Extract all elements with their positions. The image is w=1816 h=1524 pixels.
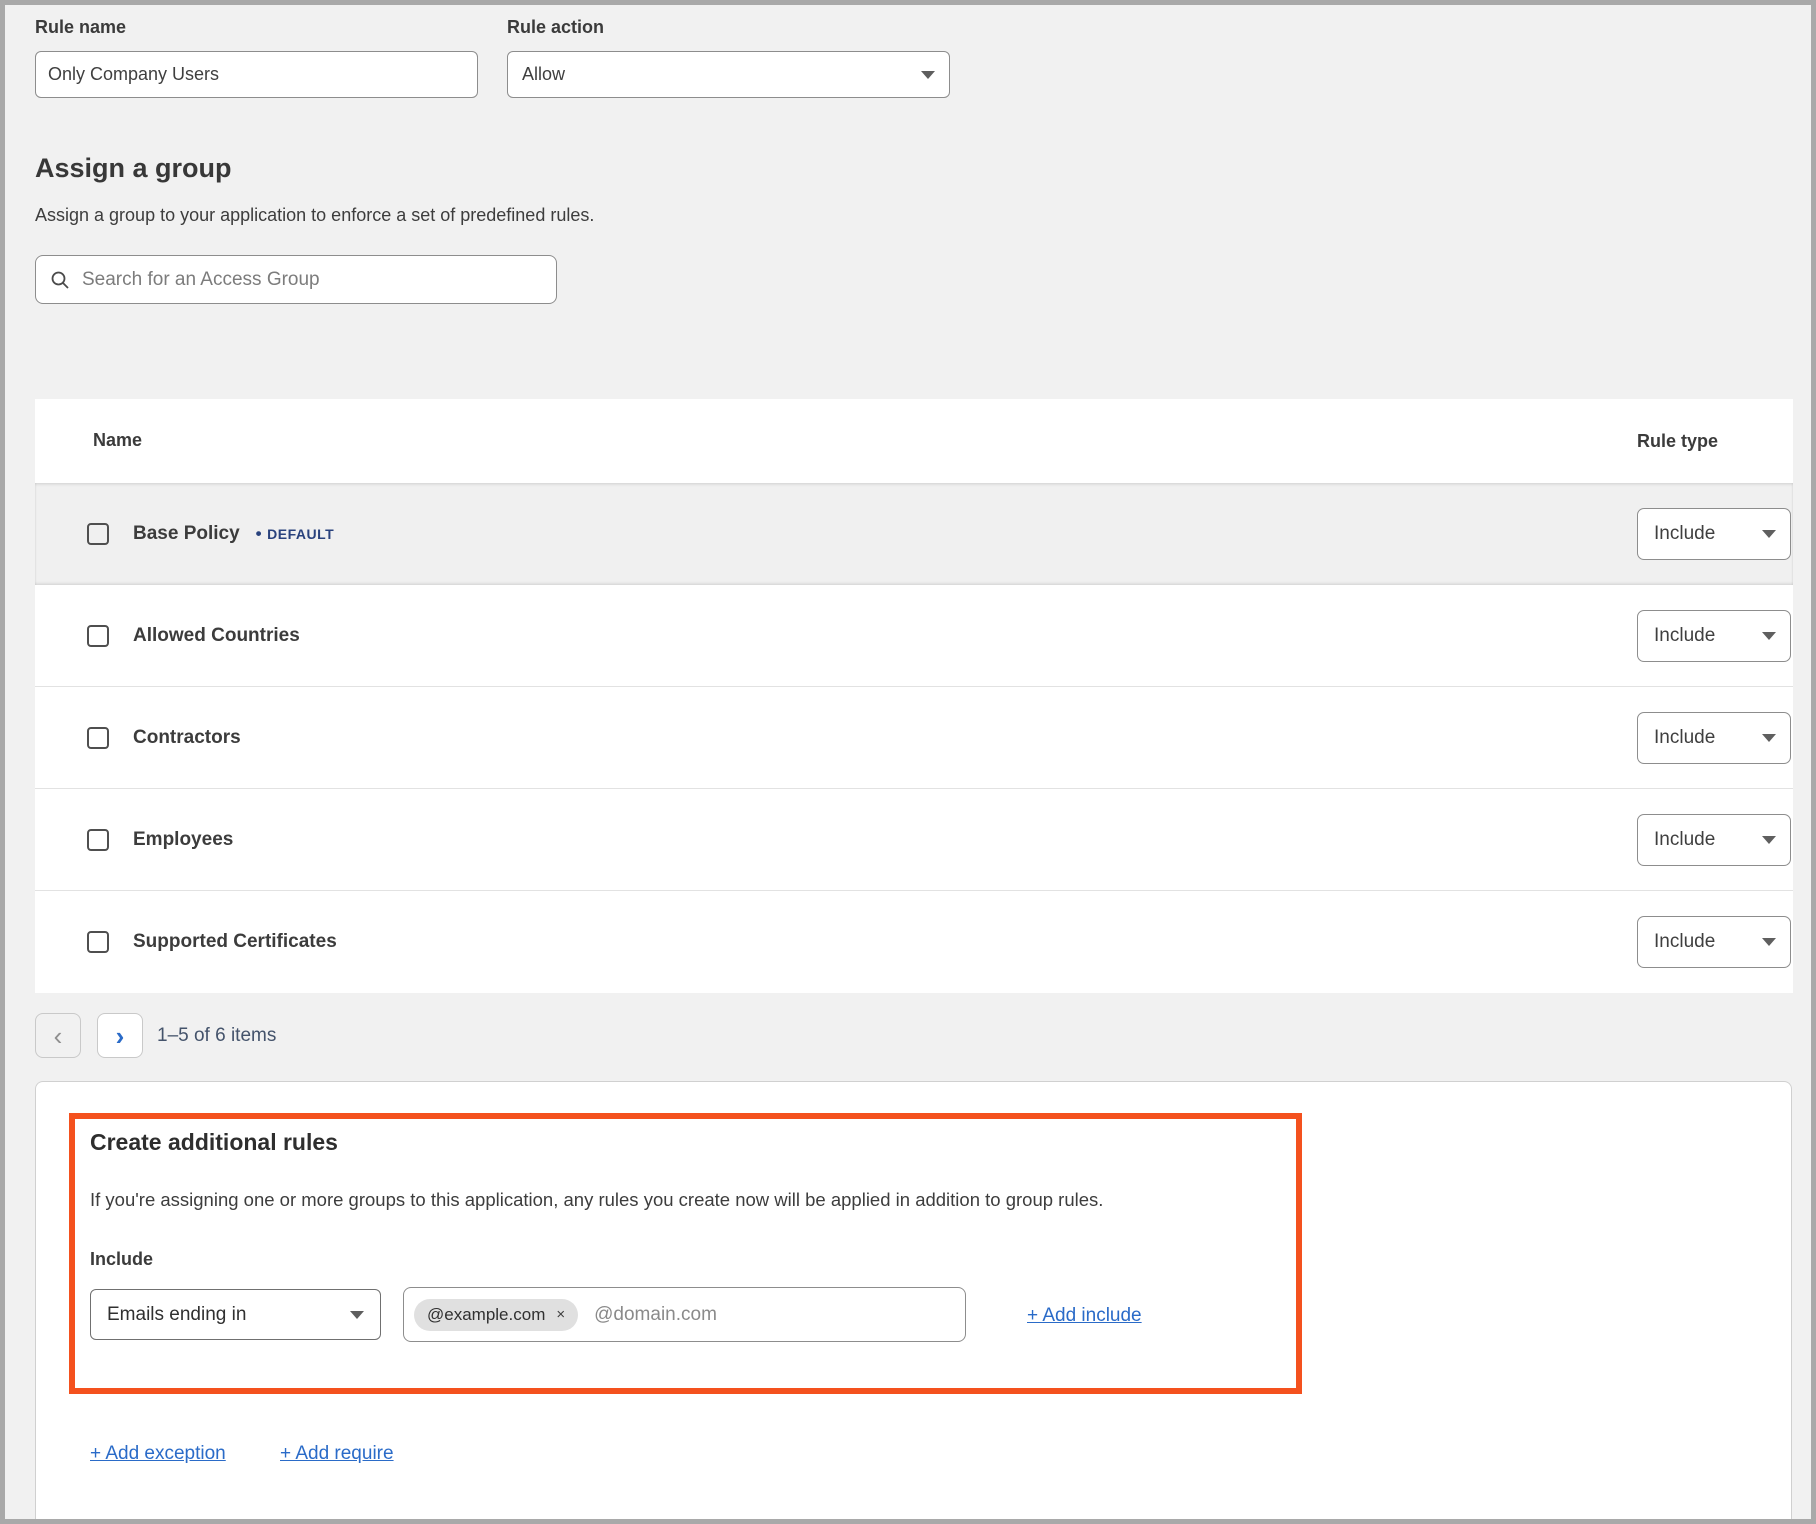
rule-type-select[interactable]: Include — [1637, 814, 1791, 866]
search-icon — [50, 270, 70, 290]
add-require-link[interactable]: + Add require — [280, 1443, 394, 1465]
rule-type-select[interactable]: Include — [1637, 610, 1791, 662]
row-checkbox[interactable] — [87, 523, 109, 545]
row-name: Contractors — [133, 727, 241, 749]
chevron-down-icon — [921, 71, 935, 79]
default-badge: •DEFAULT — [256, 526, 334, 542]
row-name: Base Policy — [133, 523, 240, 544]
rule-action-label: Rule action — [507, 17, 604, 38]
rule-action-select[interactable]: Allow — [507, 51, 950, 98]
table-row-contractors: Contractors Include — [35, 687, 1793, 789]
row-checkbox[interactable] — [87, 625, 109, 647]
chevron-right-icon: › — [116, 1023, 125, 1049]
chevron-down-icon — [1762, 530, 1776, 538]
table-row-base-policy: Base Policy •DEFAULT Include — [35, 483, 1793, 585]
assign-group-heading: Assign a group — [35, 153, 232, 184]
chevron-down-icon — [1762, 734, 1776, 742]
rule-editor-page: Rule name Rule action Allow Assign a gro… — [0, 0, 1816, 1524]
chevron-down-icon — [1762, 632, 1776, 640]
pagination-next-button[interactable]: › — [97, 1013, 143, 1058]
search-input[interactable] — [82, 269, 542, 291]
chevron-left-icon: ‹ — [54, 1023, 63, 1049]
assign-group-description: Assign a group to your application to en… — [35, 205, 594, 226]
rule-type-select[interactable]: Include — [1637, 712, 1791, 764]
table-row-allowed-countries: Allowed Countries Include — [35, 585, 1793, 687]
row-name: Employees — [133, 829, 233, 851]
chevron-down-icon — [1762, 836, 1776, 844]
pagination-prev-button[interactable]: ‹ — [35, 1013, 81, 1058]
row-checkbox[interactable] — [87, 727, 109, 749]
chevron-down-icon — [1762, 938, 1776, 946]
row-checkbox[interactable] — [87, 931, 109, 953]
domain-input[interactable] — [594, 1304, 894, 1326]
remove-tag-icon[interactable]: × — [556, 1306, 565, 1323]
additional-rules-description: If you're assigning one or more groups t… — [90, 1189, 1103, 1211]
row-name: Supported Certificates — [133, 931, 337, 953]
column-header-name: Name — [93, 430, 142, 451]
rule-action-value: Allow — [522, 64, 565, 85]
table-row-employees: Employees Include — [35, 789, 1793, 891]
rule-name-label: Rule name — [35, 17, 126, 38]
row-name: Allowed Countries — [133, 625, 300, 647]
additional-rules-heading: Create additional rules — [90, 1129, 338, 1156]
rule-name-input[interactable] — [35, 51, 478, 98]
condition-type-select[interactable]: Emails ending in — [90, 1289, 381, 1340]
add-exception-link[interactable]: + Add exception — [90, 1443, 226, 1465]
tag-label: @example.com — [427, 1305, 545, 1325]
column-header-rule-type: Rule type — [1637, 431, 1718, 452]
rule-type-select[interactable]: Include — [1637, 508, 1791, 560]
include-label: Include — [90, 1249, 153, 1270]
table-header: Name Rule type — [35, 399, 1793, 483]
rule-type-select[interactable]: Include — [1637, 916, 1791, 968]
row-checkbox[interactable] — [87, 829, 109, 851]
access-group-search[interactable] — [35, 255, 557, 304]
email-domain-tag: @example.com × — [414, 1299, 578, 1331]
access-groups-table: Name Rule type Base Policy •DEFAULT Inclu… — [35, 399, 1793, 993]
email-domains-input[interactable]: @example.com × — [403, 1287, 966, 1342]
add-include-link[interactable]: + Add include — [1027, 1305, 1142, 1327]
pagination-range: 1–5 of 6 items — [157, 1025, 276, 1047]
chevron-down-icon — [350, 1311, 364, 1319]
table-row-supported-certificates: Supported Certificates Include — [35, 891, 1793, 993]
condition-type-value: Emails ending in — [107, 1304, 246, 1326]
